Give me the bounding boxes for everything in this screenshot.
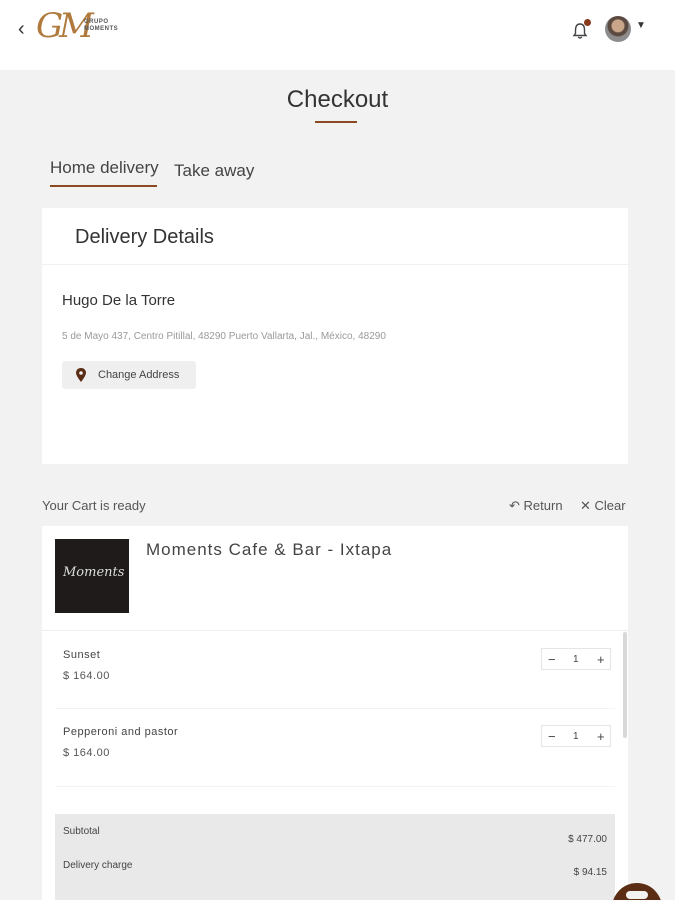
quantity-stepper: − 1 + [541, 725, 611, 747]
cart-item-name: Pepperoni and pastor [63, 726, 179, 738]
close-icon: ✕ [580, 498, 591, 513]
store-name: Moments Cafe & Bar - Ixtapa [146, 540, 393, 559]
clear-label: Clear [594, 498, 626, 513]
plus-icon[interactable]: + [597, 729, 605, 744]
cart-card: Moments Moments Cafe & Bar - Ixtapa Suns… [42, 526, 628, 900]
back-chevron-icon[interactable]: ‹ [18, 18, 25, 41]
quantity-value: 1 [573, 654, 579, 665]
top-bar: ‹ GM GRUPO MOMENTS ▼ [0, 0, 675, 70]
customer-address: 5 de Mayo 437, Centro Pitillal, 48290 Pu… [62, 331, 386, 342]
return-button[interactable]: ↶ Return [509, 498, 563, 514]
logo-text-line1: GRUPO [84, 19, 109, 25]
store-logo-text: Moments [63, 565, 125, 580]
undo-icon: ↶ [509, 498, 520, 513]
delivery-details-title: Delivery Details [75, 226, 214, 248]
totals-panel: Subtotal $ 477.00 Delivery charge $ 94.1… [55, 814, 615, 900]
change-address-label: Change Address [98, 369, 180, 381]
caret-down-icon[interactable]: ▼ [636, 20, 646, 31]
logo-mark: GM [36, 6, 94, 46]
delivery-charge-value: $ 94.15 [573, 867, 607, 878]
quantity-value: 1 [573, 731, 579, 742]
delivery-charge-label: Delivery charge [63, 860, 133, 871]
cart-item-name: Sunset [63, 649, 101, 661]
divider [42, 264, 628, 265]
logo-text-line2: MOMENTS [84, 26, 119, 32]
title-underline [315, 121, 357, 123]
subtotal-value: $ 477.00 [568, 834, 607, 845]
cart-item-price: $ 164.00 [63, 670, 110, 682]
divider [55, 786, 615, 787]
divider [42, 630, 628, 631]
notification-dot [584, 19, 591, 26]
customer-name: Hugo De la Torre [62, 292, 176, 309]
logo[interactable]: GM GRUPO MOMENTS [36, 6, 131, 52]
change-address-button[interactable]: Change Address [62, 361, 196, 389]
plus-icon[interactable]: + [597, 652, 605, 667]
clear-cart-button[interactable]: ✕ Clear [580, 498, 626, 514]
return-label: Return [523, 498, 563, 513]
minus-icon[interactable]: − [548, 729, 556, 744]
quantity-stepper: − 1 + [541, 648, 611, 670]
cart-item-price: $ 164.00 [63, 747, 110, 759]
avatar[interactable] [605, 16, 631, 42]
active-tab-indicator [50, 185, 157, 187]
chat-icon [626, 891, 648, 899]
page-title: Checkout [286, 86, 389, 113]
store-logo-image: Moments [55, 539, 129, 613]
cart-status: Your Cart is ready [42, 498, 146, 513]
minus-icon[interactable]: − [548, 652, 556, 667]
tab-home-delivery[interactable]: Home delivery [50, 158, 159, 178]
delivery-details-card: Delivery Details Hugo De la Torre 5 de M… [42, 208, 628, 464]
map-pin-icon [76, 368, 86, 382]
subtotal-label: Subtotal [63, 826, 100, 837]
scrollbar[interactable] [623, 632, 627, 738]
tab-take-away[interactable]: Take away [174, 161, 254, 181]
divider [55, 708, 615, 709]
